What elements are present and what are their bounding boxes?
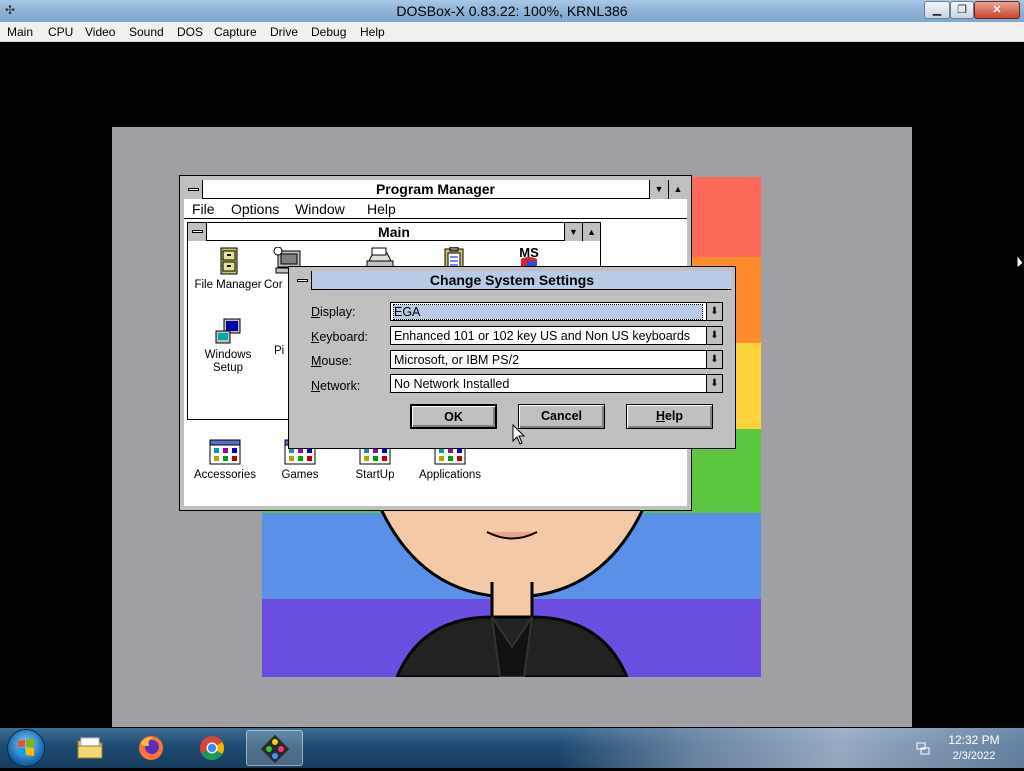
host-mouse-cursor-icon [1016, 254, 1024, 270]
display-value: EGA [393, 304, 703, 320]
ok-button[interactable]: OK [410, 404, 497, 429]
file-cabinet-icon [220, 247, 238, 275]
mouse-label: Mouse: [311, 354, 353, 368]
menu-main[interactable]: Main [7, 25, 33, 39]
main-group-title: Main [378, 224, 410, 240]
progman-control-menu-box[interactable] [184, 180, 203, 199]
mouse-cursor-icon [512, 424, 526, 445]
progman-menu-bar: File Options Window Help [184, 200, 687, 219]
emulator-screen[interactable]: Program Manager ▼ ▲ File Options Window … [0, 42, 1024, 728]
minimize-button[interactable]: ▁ [924, 1, 950, 19]
host-title-bar[interactable]: ✣ DOSBox-X 0.83.22: 100%, KRNL386 ▁ ❐ ✕ [0, 0, 1024, 22]
display-dropdown-arrow-icon[interactable]: ⬇ [706, 303, 722, 320]
menu-drive[interactable]: Drive [270, 25, 298, 39]
menu-dos[interactable]: DOS [177, 25, 203, 39]
startup-label: StartUp [355, 469, 395, 481]
chrome-icon [200, 736, 225, 761]
progman-menu-window[interactable]: Window [295, 201, 345, 217]
network-tray-icon[interactable] [915, 740, 931, 756]
taskbar[interactable]: 12:32 PM 2/3/2022 [0, 728, 1024, 768]
network-label: Network: [311, 379, 361, 393]
mouse-value: Microsoft, or IBM PS/2 [394, 353, 520, 367]
windows-setup-label-line1: Windows [204, 349, 252, 361]
keyboard-combo[interactable]: Enhanced 101 or 102 key US and Non US ke… [390, 326, 723, 345]
taskbar-firefox[interactable] [123, 730, 180, 766]
progman-title-bar[interactable]: Program Manager ▼ ▲ [184, 180, 687, 199]
windows-setup-icon-item[interactable]: Windows Setup [193, 317, 263, 375]
progman-menu-help[interactable]: Help [367, 201, 396, 217]
display-label: Display: [311, 305, 356, 319]
main-control-menu-box[interactable] [188, 223, 207, 241]
menu-sound[interactable]: Sound [129, 25, 164, 39]
menu-debug[interactable]: Debug [311, 25, 346, 39]
progman-minimize-button[interactable]: ▼ [649, 180, 668, 199]
applications-label: Applications [418, 469, 481, 481]
program-group-icon [209, 439, 241, 465]
games-label: Games [281, 469, 319, 481]
start-button[interactable] [7, 729, 45, 767]
taskbar-dosbox[interactable] [246, 730, 303, 766]
dosbox-icon [261, 735, 289, 763]
pif-editor-icon [274, 317, 284, 345]
network-combo[interactable]: No Network Installed ⬇ [390, 374, 723, 393]
menu-capture[interactable]: Capture [214, 25, 257, 39]
control-panel-label: Cor [264, 279, 283, 291]
dialog-title: Change System Settings [429, 272, 595, 288]
menu-help[interactable]: Help [360, 25, 385, 39]
folder-icon [77, 737, 103, 759]
windows-setup-label-line2: Setup [212, 362, 244, 374]
change-system-settings-dialog[interactable]: Change System Settings Display: EGA ⬇ Ke… [288, 266, 736, 449]
network-value: No Network Installed [394, 377, 510, 391]
file-manager-icon-item[interactable]: File Manager [193, 247, 263, 292]
windows-setup-icon [215, 318, 241, 344]
main-group-title-bar[interactable]: Main ▼ ▲ [188, 223, 600, 241]
host-menu-bar: Main CPU Video Sound DOS Capture Drive D… [0, 22, 1024, 42]
maximize-button[interactable]: ❐ [950, 1, 974, 19]
keyboard-value: Enhanced 101 or 102 key US and Non US ke… [394, 329, 691, 343]
windows-logo-icon [18, 739, 34, 756]
mouse-dropdown-arrow-icon[interactable]: ⬇ [706, 351, 722, 368]
taskbar-chrome[interactable] [184, 730, 241, 766]
network-dropdown-arrow-icon[interactable]: ⬇ [706, 375, 722, 392]
progman-menu-options[interactable]: Options [231, 201, 279, 217]
cancel-button[interactable]: Cancel [518, 404, 605, 429]
mouse-combo[interactable]: Microsoft, or IBM PS/2 ⬇ [390, 350, 723, 369]
dialog-title-bar[interactable]: Change System Settings [293, 271, 731, 290]
display-combo[interactable]: EGA ⬇ [390, 302, 723, 321]
menu-cpu[interactable]: CPU [48, 25, 73, 39]
file-manager-label: File Manager [194, 279, 262, 291]
taskbar-file-explorer[interactable] [62, 730, 119, 766]
clock-time[interactable]: 12:32 PM [936, 733, 1012, 747]
accessories-group-icon[interactable]: Accessories [190, 439, 260, 481]
keyboard-label: Keyboard: [311, 330, 368, 344]
dialog-control-menu-box[interactable] [293, 271, 312, 290]
accessories-label: Accessories [194, 469, 256, 481]
pif-editor-label: Pi [274, 345, 285, 357]
firefox-icon [139, 736, 163, 760]
main-minimize-button[interactable]: ▼ [564, 223, 582, 241]
progman-title: Program Manager [375, 181, 496, 197]
progman-menu-file[interactable]: File [192, 201, 215, 217]
clock-date[interactable]: 2/3/2022 [936, 750, 1012, 762]
close-button[interactable]: ✕ [974, 1, 1020, 19]
main-maximize-button[interactable]: ▲ [582, 223, 600, 241]
progman-maximize-button[interactable]: ▲ [668, 180, 687, 199]
windows31-desktop[interactable]: Program Manager ▼ ▲ File Options Window … [112, 127, 912, 727]
keyboard-dropdown-arrow-icon[interactable]: ⬇ [706, 327, 722, 344]
help-button[interactable]: Help [626, 404, 713, 429]
menu-video[interactable]: Video [85, 25, 115, 39]
host-window-title: DOSBox-X 0.83.22: 100%, KRNL386 [396, 3, 628, 19]
